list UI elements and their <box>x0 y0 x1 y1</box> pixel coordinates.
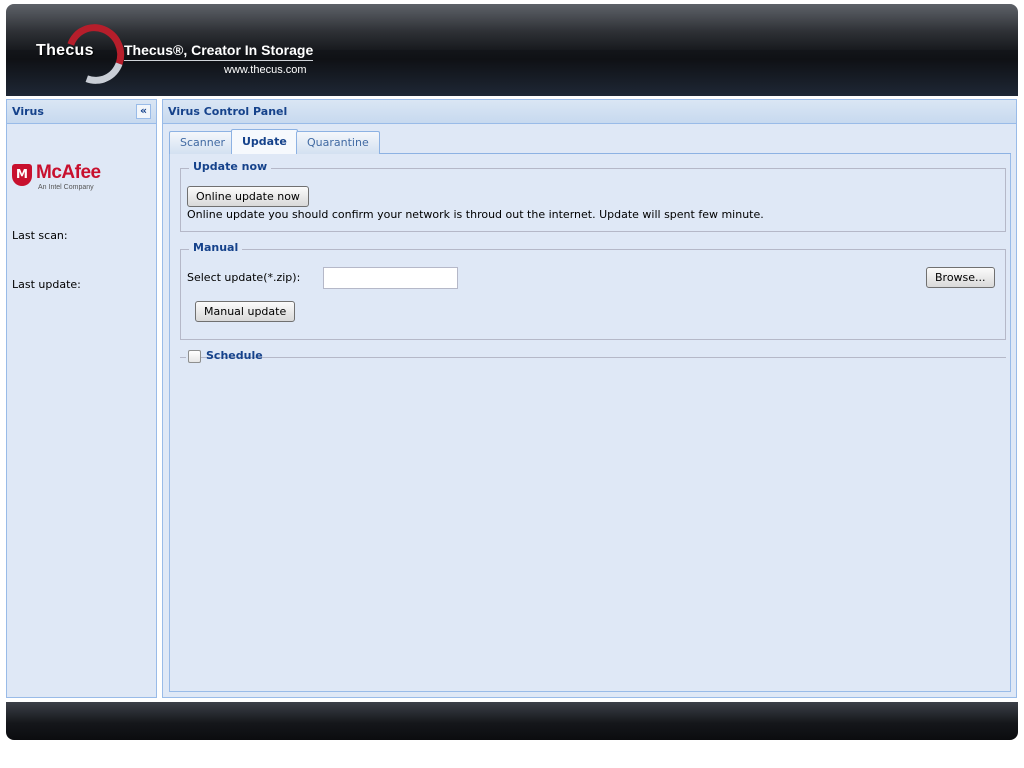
online-update-description: Online update you should confirm your ne… <box>187 208 764 221</box>
virus-control-panel: Virus Control Panel Scanner Update Quara… <box>162 99 1017 698</box>
manual-update-button[interactable]: Manual update <box>195 301 296 322</box>
app-footer <box>6 702 1018 740</box>
app-header: Thecus Thecus®, Creator In Storage www.t… <box>6 4 1018 96</box>
header-website: www.thecus.com <box>224 64 307 76</box>
last-update-label: Last update: <box>12 278 81 291</box>
manual-legend: Manual <box>189 241 243 254</box>
logo-text: Thecus <box>36 42 94 59</box>
update-now-legend: Update now <box>189 160 272 173</box>
double-chevron-left-icon[interactable]: « <box>136 104 151 119</box>
header-tagline: Thecus®, Creator In Storage <box>124 42 314 61</box>
main-panel-title: Virus Control Panel <box>168 105 288 118</box>
online-update-now-button[interactable]: Online update now <box>187 186 309 207</box>
schedule-divider <box>180 357 1006 358</box>
schedule-checkbox[interactable] <box>188 350 201 363</box>
schedule-label[interactable]: Schedule <box>206 349 263 362</box>
mcafee-name: McAfee <box>36 162 101 183</box>
browse-button[interactable]: Browse... <box>926 267 995 288</box>
tab-quarantine[interactable]: Quarantine <box>296 131 380 154</box>
mcafee-logo: M McAfee An Intel Company <box>12 162 122 198</box>
thecus-logo: Thecus <box>36 14 134 94</box>
sidebar-header: Virus « <box>7 100 156 124</box>
mcafee-shield-icon: M <box>12 164 32 186</box>
sidebar-title: Virus <box>12 105 44 118</box>
select-update-label: Select update(*.zip): <box>187 271 301 284</box>
manual-fieldset: Manual Select update(*.zip): Browse... M… <box>180 241 1006 340</box>
last-scan-label: Last scan: <box>12 229 68 242</box>
update-file-input[interactable] <box>323 267 458 289</box>
schedule-toggle[interactable]: Schedule <box>186 349 263 365</box>
tab-scanner[interactable]: Scanner <box>169 131 237 154</box>
update-tab-body: Update now Online update now Online upda… <box>169 154 1011 692</box>
tab-strip: Scanner Update Quarantine <box>169 129 1011 155</box>
mcafee-subtitle: An Intel Company <box>38 184 94 191</box>
main-panel-header: Virus Control Panel <box>163 100 1016 124</box>
update-now-fieldset: Update now Online update now Online upda… <box>180 160 1006 232</box>
tab-update[interactable]: Update <box>231 129 298 155</box>
virus-sidebar: Virus « M McAfee An Intel Company Last s… <box>6 99 157 698</box>
